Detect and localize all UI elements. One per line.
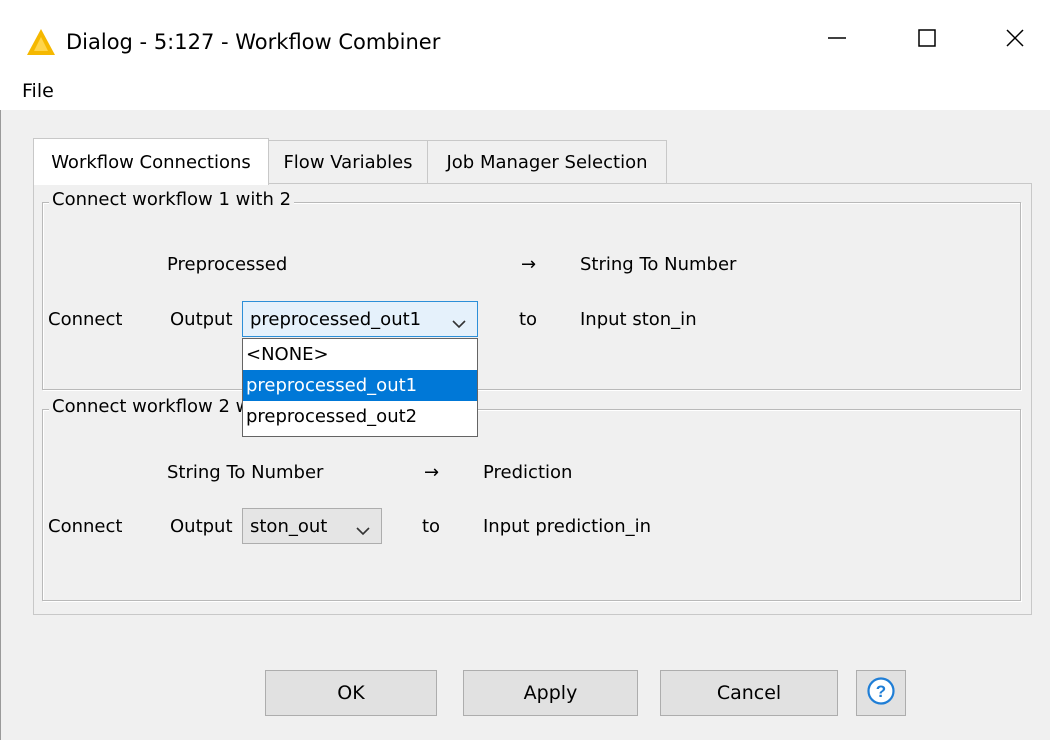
minimize-icon (826, 27, 848, 54)
connect-label: Connect (48, 309, 123, 330)
window-border (0, 0, 1, 740)
connect-label: Connect (48, 516, 123, 537)
close-button[interactable] (984, 14, 1046, 66)
output-select-1[interactable]: preprocessed_out1 (242, 301, 478, 337)
dialog-window: Dialog - 5:127 - Workflow Combiner File … (0, 0, 1050, 740)
dropdown-option-preprocessed-out1[interactable]: preprocessed_out1 (243, 370, 477, 401)
maximize-icon (916, 27, 938, 54)
help-icon: ? (866, 676, 896, 711)
output-select-value: ston_out (250, 515, 328, 537)
menu-bar: File (0, 72, 1050, 110)
tab-flow-variables[interactable]: Flow Variables (267, 140, 429, 183)
input-port-label: Input ston_in (580, 309, 697, 330)
input-port-label: Input prediction_in (483, 516, 652, 537)
tab-job-manager-selection[interactable]: Job Manager Selection (427, 140, 667, 183)
apply-button[interactable]: Apply (463, 670, 638, 716)
tab-panel: Connect workflow 1 with 2 Connect workfl… (33, 183, 1032, 615)
chevron-down-icon (451, 314, 467, 335)
group-connect-workflow-1-2: Connect workflow 1 with 2 (42, 189, 1021, 390)
arrow-label: → (521, 254, 537, 275)
cancel-button[interactable]: Cancel (660, 670, 838, 716)
target-workflow-label: String To Number (580, 254, 737, 275)
help-button[interactable]: ? (856, 670, 906, 716)
target-workflow-label: Prediction (483, 462, 573, 483)
output-label: Output (170, 516, 233, 537)
ok-button[interactable]: OK (265, 670, 437, 716)
dropdown-option-preprocessed-out2[interactable]: preprocessed_out2 (243, 401, 477, 432)
dropdown-option-none[interactable]: <NONE> (243, 339, 477, 370)
arrow-label: → (424, 462, 440, 483)
maximize-button[interactable] (896, 14, 958, 66)
menu-file[interactable]: File (22, 80, 54, 102)
group-connect-workflow-2-3: Connect workflow 2 with 3 (42, 396, 1021, 601)
minimize-button[interactable] (806, 14, 868, 66)
output-dropdown-list: <NONE> preprocessed_out1 preprocessed_ou… (242, 338, 478, 437)
title-bar[interactable]: Dialog - 5:127 - Workflow Combiner (0, 0, 1050, 72)
to-label: to (422, 516, 441, 537)
source-workflow-label: String To Number (167, 462, 324, 483)
chevron-down-icon (355, 521, 371, 542)
output-label: Output (170, 309, 233, 330)
window-title: Dialog - 5:127 - Workflow Combiner (66, 30, 441, 54)
close-icon (1004, 27, 1026, 54)
source-workflow-label: Preprocessed (167, 254, 288, 275)
to-label: to (519, 309, 538, 330)
output-select-value: preprocessed_out1 (250, 308, 422, 330)
group-title: Connect workflow 1 with 2 (49, 189, 295, 210)
svg-text:?: ? (876, 682, 886, 701)
output-select-2[interactable]: ston_out (242, 508, 382, 544)
tab-workflow-connections[interactable]: Workflow Connections (33, 138, 269, 185)
knime-triangle-icon (26, 28, 56, 61)
